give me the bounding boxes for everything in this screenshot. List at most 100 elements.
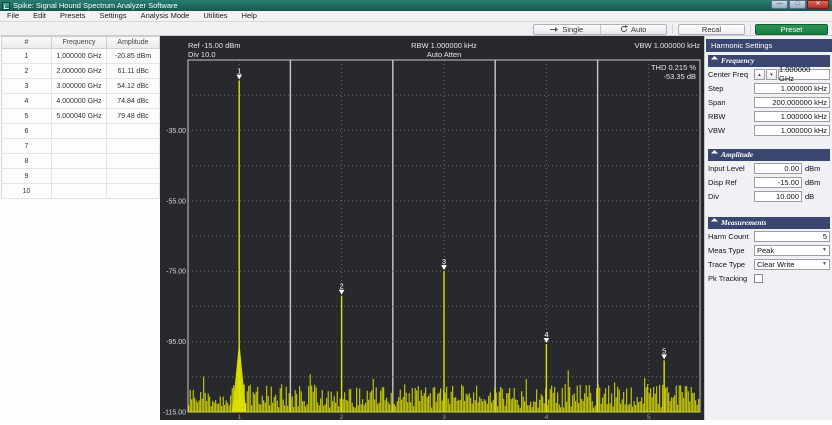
menu-item-edit[interactable]: Edit — [26, 11, 53, 21]
spectrum-svg[interactable]: 12345Ref -15.00 dBmDiv 10.0RBW 1.000000 … — [160, 36, 704, 420]
disp-ref-input[interactable]: -15.00 — [754, 177, 802, 188]
div-unit-label: dB — [802, 192, 824, 201]
table-row[interactable]: 7 — [2, 139, 160, 154]
table-cell: 61.11 dBc — [107, 64, 160, 79]
field-label: Pk Tracking — [708, 274, 754, 283]
maximize-icon[interactable]: □ — [789, 0, 806, 9]
harm-count-input[interactable]: 5 — [754, 231, 830, 242]
harmonics-table-pane: #FrequencyAmplitude 11.000000 GHz-20.85 … — [0, 36, 160, 420]
single-sweep-button[interactable]: Single — [534, 25, 600, 34]
minimize-icon[interactable]: — — [771, 0, 788, 9]
table-cell: 3.000000 GHz — [52, 79, 107, 94]
y-axis-tick-label: -75.00 — [166, 269, 186, 276]
close-icon[interactable]: ✕ — [807, 0, 829, 9]
rbw-input[interactable]: 1.000000 kHz — [754, 111, 830, 122]
vbw-label: VBW 1.000000 kHz — [635, 41, 701, 50]
menu-item-analysis-mode[interactable]: Analysis Mode — [134, 11, 197, 21]
window-title: Spike: Signal Hound Spectrum Analyzer So… — [13, 0, 178, 11]
auto-sweep-button[interactable]: Auto — [600, 25, 667, 34]
thd-percent-label: THD 0.215 % — [651, 63, 696, 72]
collapse-triangle-icon — [711, 56, 718, 63]
table-row[interactable]: 55.000040 GHz79.48 dBc — [2, 109, 160, 124]
collapse-triangle-icon — [711, 150, 718, 157]
field-row: RBW1.000000 kHz — [708, 109, 830, 123]
input-level-input[interactable]: 0.00 — [754, 163, 802, 174]
section-header-amplitude[interactable]: Amplitude — [708, 149, 830, 161]
field-label: Disp Ref — [708, 178, 754, 187]
field-row: Center Freq▲▼1.000000 GHz — [708, 67, 830, 81]
recal-button[interactable]: Recal — [678, 24, 745, 35]
rbw-label: RBW 1.000000 kHz — [411, 41, 477, 50]
field-row: Div10.000dB — [708, 189, 830, 203]
table-row[interactable]: 11.000000 GHz-20.85 dBm — [2, 49, 160, 64]
single-arrow-icon — [550, 26, 559, 33]
field-label: Input Level — [708, 164, 754, 173]
x-axis-tick-label: 1 — [237, 414, 241, 420]
marker-arrow-icon — [236, 75, 242, 80]
section-header-measurements[interactable]: Measurements — [708, 217, 830, 229]
table-cell — [107, 154, 160, 169]
marker-label: 1 — [237, 67, 241, 76]
table-column-header: Amplitude — [107, 37, 160, 49]
chevron-down-icon: ▼ — [822, 261, 827, 267]
table-cell: 3 — [2, 79, 52, 94]
preset-button[interactable]: Preset — [755, 24, 828, 35]
menu-item-settings[interactable]: Settings — [92, 11, 133, 21]
table-row[interactable]: 44.000000 GHz74.84 dBc — [2, 94, 160, 109]
field-row: Disp Ref-15.00dBm — [708, 175, 830, 189]
toolbar-separator — [750, 24, 751, 34]
sweep-mode-group: Single Auto — [533, 24, 667, 35]
menu-item-file[interactable]: File — [0, 11, 26, 21]
table-row[interactable]: 10 — [2, 184, 160, 199]
vbw-input[interactable]: 1.000000 kHz — [754, 125, 830, 136]
marker-arrow-icon — [441, 265, 447, 270]
marker-label: 5 — [662, 346, 666, 355]
table-cell — [52, 154, 107, 169]
trace-type-dropdown[interactable]: Clear Write▼ — [754, 259, 830, 270]
collapse-triangle-icon — [711, 218, 718, 225]
single-sweep-label: Single — [562, 25, 583, 34]
field-label: Span — [708, 98, 754, 107]
marker-label: 4 — [544, 330, 548, 339]
div-input[interactable]: 10.000 — [754, 191, 802, 202]
x-axis-tick-label: 3 — [442, 414, 446, 420]
y-axis-tick-label: -95.00 — [166, 339, 186, 346]
menu-item-utilities[interactable]: Utilities — [196, 11, 234, 21]
table-row[interactable]: 33.000000 GHz54.12 dBc — [2, 79, 160, 94]
field-row: Step1.000000 kHz — [708, 81, 830, 95]
table-cell: 2 — [2, 64, 52, 79]
table-cell: 6 — [2, 124, 52, 139]
marker-label: 2 — [340, 282, 344, 291]
harmonic-settings-panel: Harmonic Settings FrequencyCenter Freq▲▼… — [704, 36, 832, 420]
table-row[interactable]: 22.000000 GHz61.11 dBc — [2, 64, 160, 79]
field-row: Span200.000000 kHz — [708, 95, 830, 109]
menu-item-help[interactable]: Help — [235, 11, 264, 21]
pk-tracking-checkbox[interactable] — [754, 274, 763, 283]
chevron-down-icon: ▼ — [822, 247, 827, 253]
field-label: Harm Count — [708, 232, 754, 241]
table-cell: 9 — [2, 169, 52, 184]
table-column-header: Frequency — [52, 37, 107, 49]
meas-type-dropdown[interactable]: Peak ▼ — [754, 245, 830, 256]
step-input[interactable]: 1.000000 kHz — [754, 83, 830, 94]
y-axis-tick-label: -35.00 — [166, 128, 186, 135]
table-cell — [107, 124, 160, 139]
ref-level-label: Ref -15.00 dBm — [188, 41, 241, 50]
x-axis-tick-label: 5 — [647, 414, 651, 420]
marker-label: 3 — [442, 257, 446, 266]
harmonics-table: #FrequencyAmplitude 11.000000 GHz-20.85 … — [1, 36, 160, 199]
table-cell — [107, 139, 160, 154]
spectrum-plot[interactable]: 12345Ref -15.00 dBmDiv 10.0RBW 1.000000 … — [160, 36, 704, 420]
center-freq-decrement-icon[interactable]: ▼ — [766, 69, 777, 80]
field-label: Center Freq — [708, 70, 754, 79]
menu-item-presets[interactable]: Presets — [53, 11, 92, 21]
table-row[interactable]: 6 — [2, 124, 160, 139]
span-input[interactable]: 200.000000 kHz — [754, 97, 830, 108]
menu-bar: FileEditPresetsSettingsAnalysis ModeUtil… — [0, 11, 832, 22]
table-row[interactable]: 8 — [2, 154, 160, 169]
table-row[interactable]: 9 — [2, 169, 160, 184]
meas-type-value: Peak — [757, 246, 774, 255]
center-freq-increment-icon[interactable]: ▲ — [754, 69, 765, 80]
atten-label: Auto Atten — [427, 50, 462, 59]
center-freq-input[interactable]: 1.000000 GHz — [778, 69, 830, 80]
